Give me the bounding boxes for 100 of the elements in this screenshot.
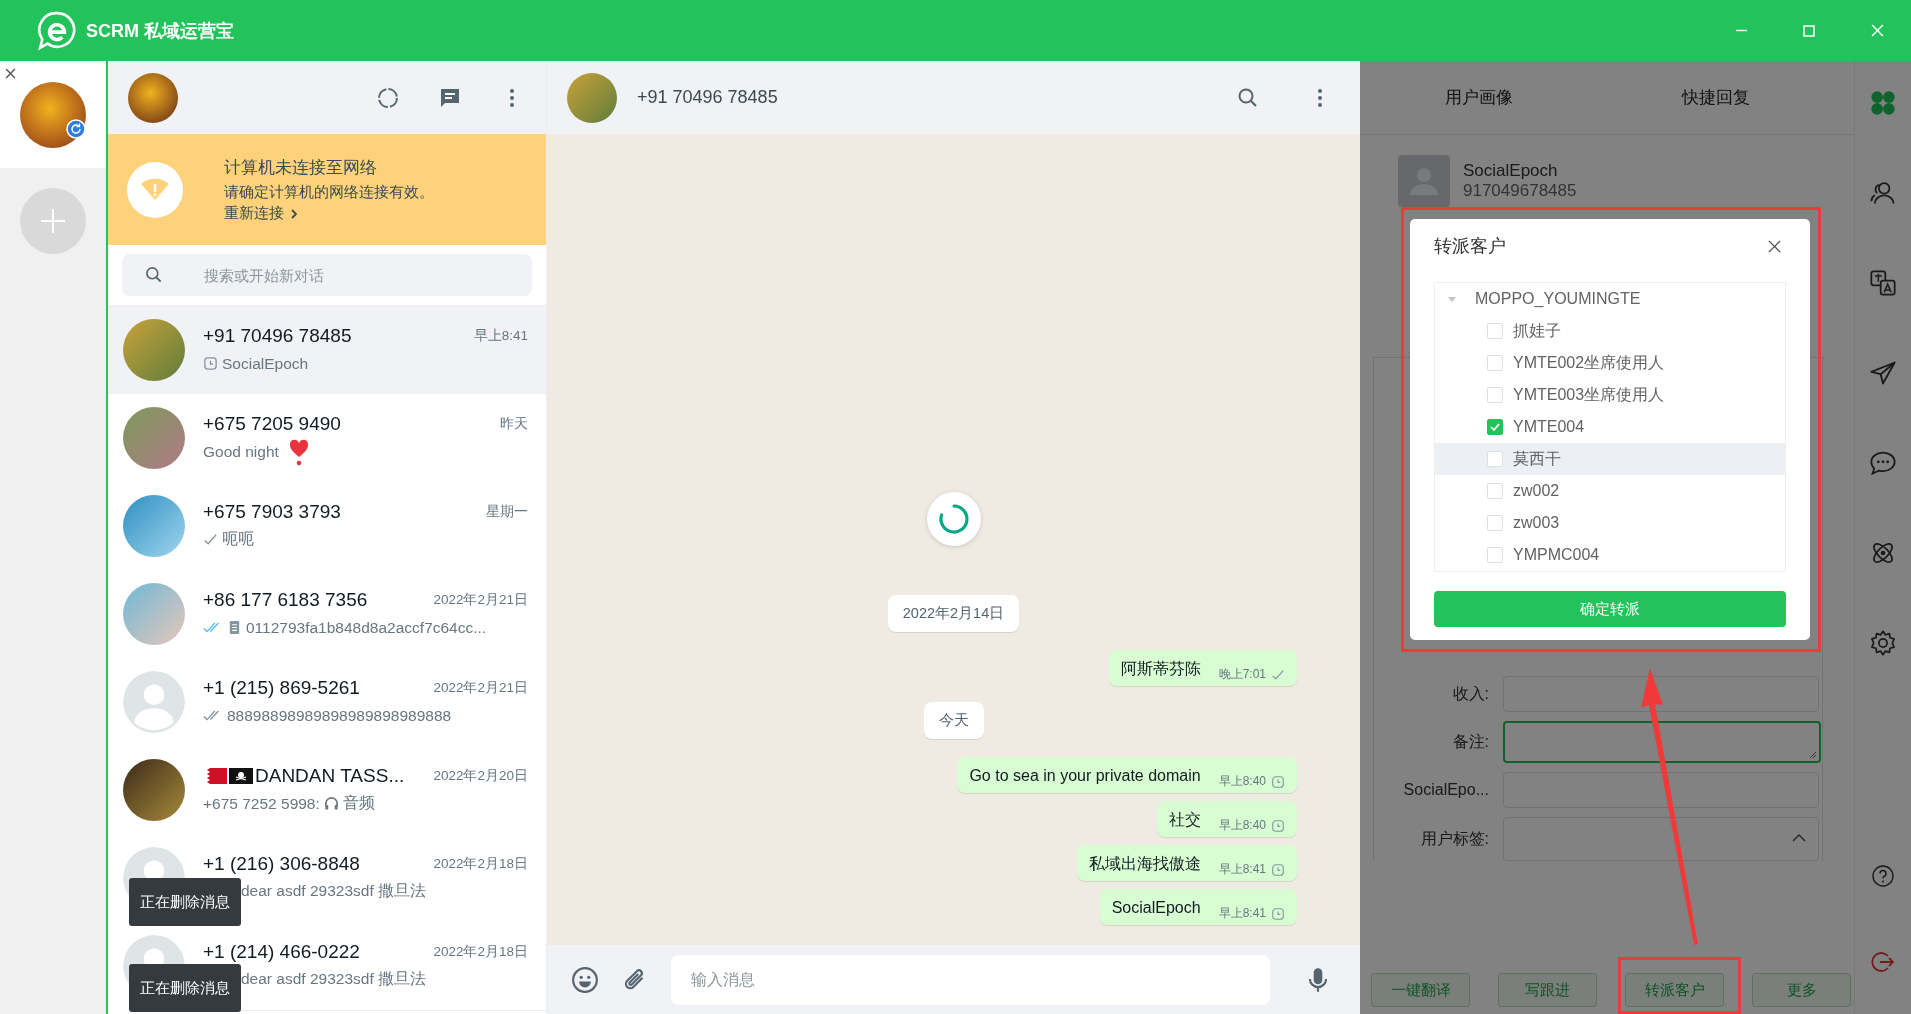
agent-name: 莫西干 <box>1513 448 1561 469</box>
app-title: SCRM 私域运营宝 <box>86 19 234 43</box>
tree-item[interactable]: zw003 <box>1435 507 1785 539</box>
chat-bubble-icon[interactable] <box>1869 449 1897 477</box>
message-input[interactable]: 输入消息 <box>671 954 1270 1005</box>
search-icon <box>144 265 164 285</box>
agent-name: 抓娃子 <box>1513 320 1561 341</box>
wifi-warning-icon <box>127 161 183 218</box>
tree-item[interactable]: YMPMC004 <box>1435 539 1785 571</box>
panel-tab[interactable]: 快捷回复 <box>1681 86 1750 109</box>
contact-name: +86 177 6183 7356 <box>203 588 368 611</box>
contact-name: +1 (214) 466-0222 <box>203 940 360 963</box>
avatar-photo <box>128 72 178 123</box>
settings-icon[interactable] <box>1869 629 1897 657</box>
pirate-flag-icon <box>229 767 253 784</box>
message-preview: 0112793fa1b848d8a2accf7c64cc... <box>246 618 487 637</box>
chat-time: 2022年2月21日 <box>433 678 528 697</box>
checkbox[interactable] <box>1487 419 1503 435</box>
emoji-icon[interactable] <box>571 965 599 994</box>
translate-icon[interactable] <box>1869 269 1897 297</box>
field-label: SocialEpo... <box>1402 781 1489 799</box>
chat-time: 2022年2月18日 <box>433 942 528 961</box>
field-label: 备注: <box>1451 731 1489 752</box>
heart-icon <box>288 437 309 466</box>
chat-time: 早上8:41 <box>473 326 528 345</box>
tree-item[interactable]: zw002 <box>1435 475 1785 507</box>
banner-message: 请确定计算机的网络连接有效。 <box>224 183 434 202</box>
message-text: 私域出海找傲途 <box>1088 854 1201 874</box>
message-text: 阿斯蒂芬陈 <box>1120 659 1201 679</box>
message-text: SocialEpoch <box>1111 898 1201 918</box>
text-field[interactable] <box>1503 772 1819 808</box>
message-time: 早上8:41 <box>1218 861 1266 878</box>
contact-name: +675 7205 9490 <box>203 412 341 435</box>
chat-time: 2022年2月21日 <box>433 590 528 609</box>
avatar-silhouette-icon <box>123 671 185 733</box>
banner-title: 计算机未连接至网络 <box>224 157 378 179</box>
tree-item[interactable]: 莫西干 <box>1435 443 1785 475</box>
message-time: 早上8:41 <box>1218 905 1266 922</box>
field-label: 收入: <box>1451 683 1489 704</box>
chat-time: 2022年2月18日 <box>433 854 528 873</box>
tree-item[interactable]: YMTE003坐席使用人 <box>1435 379 1785 411</box>
headphones-icon <box>323 796 339 811</box>
flag-icon <box>203 767 227 784</box>
tree-item[interactable]: YMTE002坐席使用人 <box>1435 347 1785 379</box>
caret-icon <box>1447 294 1457 304</box>
agent-name: YMPMC004 <box>1513 546 1600 564</box>
toast-notification: 正在删除消息 <box>129 964 241 1012</box>
chat-title: +91 70496 78485 <box>637 87 778 108</box>
text-field[interactable] <box>1503 676 1819 712</box>
panel-tab[interactable]: 用户画像 <box>1444 86 1513 109</box>
contacts-icon[interactable] <box>1869 179 1897 207</box>
reconnect-link[interactable]: 重新连接 <box>224 204 434 223</box>
loading-spinner-icon <box>925 491 982 547</box>
logout-icon[interactable] <box>1871 950 1895 974</box>
help-icon[interactable] <box>1871 864 1895 888</box>
chat-time: 星期一 <box>486 502 528 521</box>
message-preview: 音频 <box>342 793 375 813</box>
group-label: MOPPO_YOUMINGTE <box>1475 290 1641 308</box>
maximize-icon <box>1803 24 1815 37</box>
tree-item[interactable]: YMTE004 <box>1435 411 1785 443</box>
message-preview: +675 7252 5998: <box>203 794 320 813</box>
toast-notification: 正在删除消息 <box>129 878 241 926</box>
status-ring-icon[interactable] <box>376 85 400 110</box>
message-preview: dear asdf 29323sdf 撒旦法 <box>241 881 427 901</box>
search-field[interactable]: 搜索或开始新对话 <box>122 254 532 296</box>
chevron-up-icon <box>1792 834 1806 842</box>
chat-time: 昨天 <box>500 414 528 433</box>
avatar-photo <box>567 72 617 123</box>
check-icon <box>203 532 218 547</box>
profile-number: 917049678485 <box>1463 181 1577 201</box>
dialog-title: 转派客户 <box>1434 235 1506 258</box>
chat-list-item[interactable]: +91 70496 78485 早上8:41 SocialEpoch <box>108 306 546 394</box>
close-icon <box>1870 24 1884 37</box>
contact-name: +675 7903 3793 <box>203 500 341 523</box>
message-preview: 呃呃 <box>222 529 254 549</box>
send-icon[interactable] <box>1869 359 1897 387</box>
close-icon[interactable] <box>1767 238 1782 254</box>
contact-name: +91 70496 78485 <box>203 324 352 347</box>
message-preview: dear asdf 29323sdf 撒旦法 <box>241 969 427 989</box>
message-time: 晚上7:01 <box>1218 666 1266 683</box>
chevron-right-icon <box>290 207 298 220</box>
message-time: 早上8:40 <box>1218 773 1266 790</box>
contact-name: +1 (216) 306-8848 <box>203 852 360 875</box>
logo-icon <box>36 9 78 52</box>
message-preview: Good night <box>203 442 279 461</box>
tree-group[interactable]: MOPPO_YOUMINGTE <box>1435 283 1785 315</box>
profile-name: SocialEpoch <box>1463 161 1559 181</box>
account-tile[interactable] <box>0 61 106 168</box>
message-text: 社交 <box>1168 810 1201 830</box>
resize-grip-icon <box>1807 749 1817 759</box>
contact-name: +1 (215) 869-5261 <box>203 676 360 699</box>
tree-item[interactable]: 抓娃子 <box>1435 315 1785 347</box>
agent-name: YMTE002坐席使用人 <box>1513 352 1665 373</box>
close-icon[interactable] <box>5 68 16 79</box>
agent-name: YMTE003坐席使用人 <box>1513 384 1665 405</box>
clock-icon <box>203 356 218 371</box>
contact-name: DANDAN TASS... <box>255 764 405 787</box>
chat-time: 2022年2月20日 <box>433 766 528 785</box>
message-preview: 88898898989898989898989888 <box>227 706 452 725</box>
plus-icon <box>38 206 68 236</box>
